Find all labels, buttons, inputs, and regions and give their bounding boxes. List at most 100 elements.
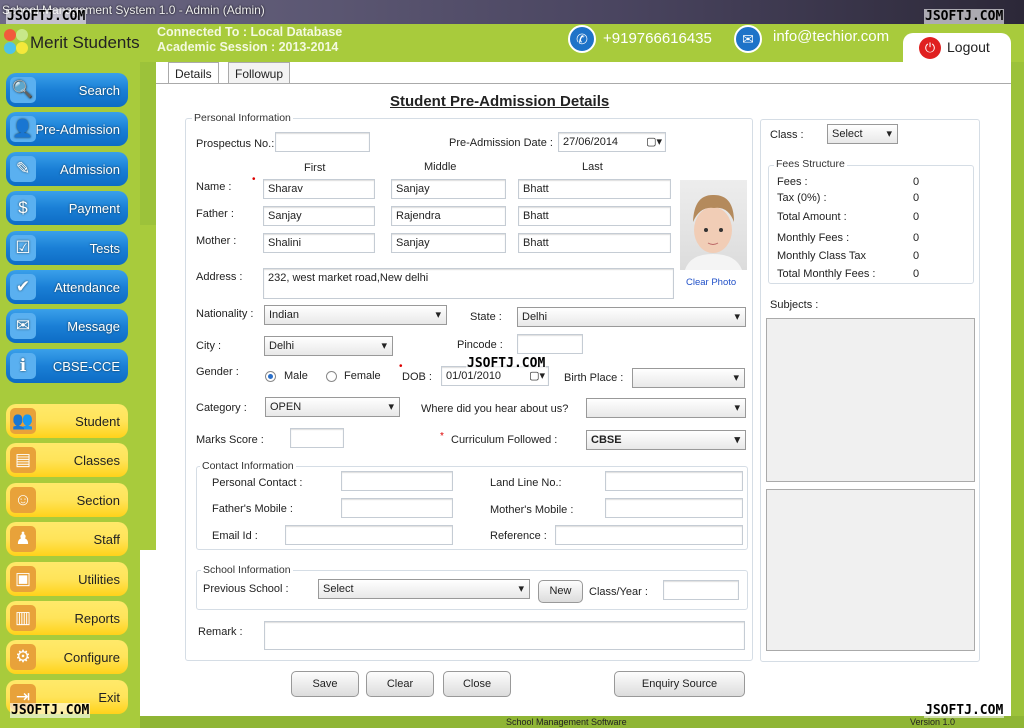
male-label: Male xyxy=(284,370,308,382)
fee-value: 0 xyxy=(913,268,920,280)
phone-icon: ✆ xyxy=(568,25,596,53)
search-icon: 🔍 xyxy=(10,77,36,103)
child-photo-image xyxy=(685,194,742,270)
mother-mobile-input[interactable] xyxy=(605,498,743,518)
category-select[interactable]: OPEN xyxy=(265,397,400,417)
female-label: Female xyxy=(344,370,381,382)
father-last-input[interactable]: Bhatt xyxy=(518,206,671,226)
connected-text: Connected To : Local Database xyxy=(157,25,343,39)
fee-value: 0 xyxy=(913,192,920,204)
fee-value: 0 xyxy=(913,211,920,223)
title-bar: School Management System 1.0 - Admin (Ad… xyxy=(0,0,1024,24)
clear-button[interactable]: Clear xyxy=(366,671,434,697)
nav-staff[interactable]: ♟ Staff xyxy=(6,522,128,557)
nav-cbse-cce[interactable]: ℹ CBSE-CCE xyxy=(6,348,128,383)
fee-value: 0 xyxy=(913,250,920,262)
app-name: Merit Students xyxy=(30,33,140,52)
preadmission-date-value: 27/06/2014 xyxy=(563,136,619,148)
address-label: Address : xyxy=(196,271,243,283)
logout-button[interactable]: ⏻ Logout xyxy=(903,33,1011,63)
tab-followup[interactable]: Followup xyxy=(228,62,291,84)
email-input[interactable] xyxy=(285,525,453,545)
name-middle-input[interactable]: Sanjay xyxy=(391,179,506,199)
nav-message[interactable]: ✉ Message xyxy=(6,309,128,344)
previous-school-select[interactable]: Select xyxy=(318,579,530,599)
nav-label: Attendance xyxy=(54,280,120,295)
nav-admission[interactable]: ✎ Admission xyxy=(6,151,128,186)
nav-reports[interactable]: ▥ Reports xyxy=(6,601,128,635)
curriculum-label: Curriculum Followed : xyxy=(451,434,558,446)
nationality-select[interactable]: Indian xyxy=(264,305,447,325)
save-button[interactable]: Save xyxy=(291,671,359,697)
nav-label: Payment xyxy=(68,201,120,217)
gender-male-radio[interactable] xyxy=(265,371,276,382)
nav-configure[interactable]: ⚙ Configure xyxy=(6,640,128,675)
class-year-input[interactable] xyxy=(663,580,739,600)
hear-about-label: Where did you hear about us? xyxy=(421,403,569,415)
nav-label: Staff xyxy=(93,532,120,548)
city-label: City : xyxy=(196,340,222,352)
clear-photo-link[interactable]: Clear Photo xyxy=(686,277,736,288)
prospectus-input[interactable] xyxy=(275,132,370,152)
father-middle-input[interactable]: Rajendra xyxy=(391,206,506,226)
name-last-input[interactable]: Bhatt xyxy=(518,179,671,199)
calendar-icon[interactable]: ▢▾ xyxy=(646,135,662,148)
document-icon: ▤ xyxy=(10,447,36,474)
nav-attendance[interactable]: ✔ Attendance xyxy=(6,270,128,304)
nav-tests[interactable]: ☑ Tests xyxy=(6,230,128,265)
reference-input[interactable] xyxy=(555,525,743,545)
nav-section[interactable]: ☺ Section xyxy=(6,482,128,517)
father-mobile-input[interactable] xyxy=(341,498,453,518)
father-first-input[interactable]: Sanjay xyxy=(263,206,375,226)
close-button[interactable]: Close xyxy=(443,671,511,697)
state-label: State : xyxy=(470,311,502,323)
nav-label: Tests xyxy=(89,240,120,256)
city-select[interactable]: Delhi xyxy=(264,336,393,356)
enquiry-source-button[interactable]: Enquiry Source xyxy=(614,671,745,697)
remark-input[interactable] xyxy=(264,621,745,650)
mother-label: Mother : xyxy=(196,235,237,247)
father-label: Father : xyxy=(196,208,234,220)
tab-details[interactable]: Details xyxy=(168,62,219,84)
personal-contact-input[interactable] xyxy=(341,471,453,491)
sidebar-notch xyxy=(128,225,156,550)
nav-utilities[interactable]: ▣ Utilities xyxy=(6,561,128,596)
nav-pre-admission[interactable]: 👤 Pre-Admission xyxy=(6,112,128,147)
student-photo[interactable] xyxy=(680,180,747,270)
mother-middle-input[interactable]: Sanjay xyxy=(391,233,506,253)
state-select[interactable]: Delhi xyxy=(517,307,746,327)
nationality-label: Nationality : xyxy=(196,308,254,320)
subjects-list[interactable] xyxy=(766,318,975,482)
nav-payment[interactable]: $ Payment xyxy=(6,191,128,226)
nav-label: Pre-Admission xyxy=(35,122,120,138)
nav-search[interactable]: 🔍 Search xyxy=(6,73,128,107)
group-icon: ☺ xyxy=(10,486,36,513)
mother-last-input[interactable]: Bhatt xyxy=(518,233,671,253)
address-input[interactable]: 232, west market road,New delhi xyxy=(263,268,674,299)
status-bar: School Management Software Version 1.0 xyxy=(140,716,1024,728)
curriculum-select[interactable]: CBSE xyxy=(586,430,746,450)
dob-label: DOB : xyxy=(402,371,432,383)
fee-label: Monthly Class Tax xyxy=(777,250,867,262)
hear-about-select[interactable] xyxy=(586,398,746,418)
col-middle: Middle xyxy=(424,161,457,173)
remark-label: Remark : xyxy=(198,626,243,638)
new-school-button[interactable]: New xyxy=(538,580,583,603)
name-first-input[interactable]: Sharav xyxy=(263,179,375,199)
nav-classes[interactable]: ▤ Classes xyxy=(6,443,128,478)
class-select[interactable]: Select xyxy=(827,124,898,144)
subjects-selected-list[interactable] xyxy=(766,489,975,651)
marks-score-input[interactable] xyxy=(290,428,344,448)
gender-female-radio[interactable] xyxy=(326,371,337,382)
logout-label: Logout xyxy=(947,39,990,55)
watermark: JSOFTJ.COM xyxy=(924,9,1005,24)
mother-first-input[interactable]: Shalini xyxy=(263,233,375,253)
preadmission-date-picker[interactable]: 27/06/2014 ▢▾ xyxy=(558,132,666,152)
landline-input[interactable] xyxy=(605,471,743,491)
class-year-label: Class/Year : xyxy=(589,586,648,598)
birth-place-select[interactable] xyxy=(632,368,745,388)
reference-label: Reference : xyxy=(490,530,547,542)
pincode-input[interactable] xyxy=(517,334,583,354)
nav-student[interactable]: 👥 Student xyxy=(6,404,128,438)
email-icon: ✉ xyxy=(734,25,762,53)
